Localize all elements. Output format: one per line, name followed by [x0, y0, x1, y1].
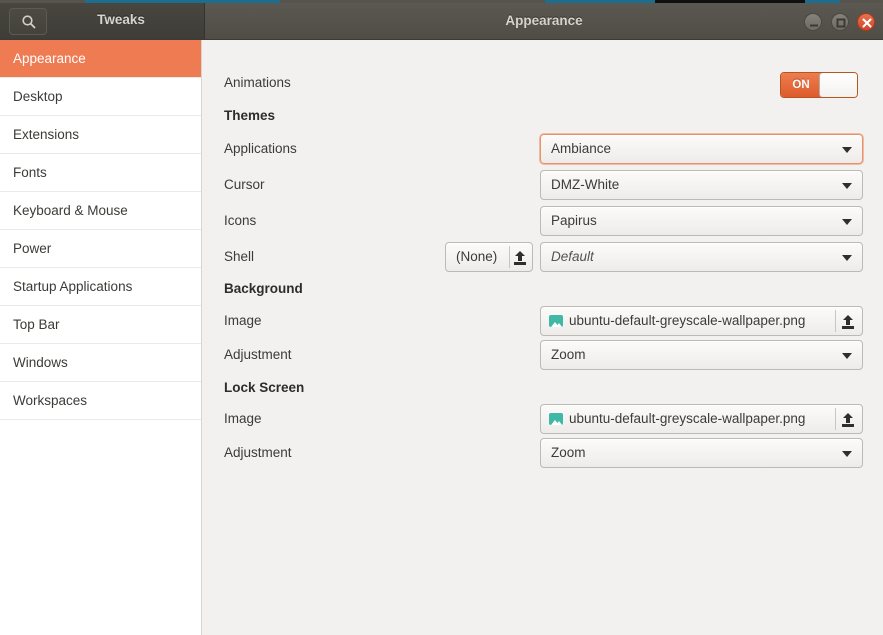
section-heading-background: Background [224, 281, 303, 296]
tweaks-window: Tweaks Appearance Appearance Desktop Ext… [0, 0, 883, 635]
upload-icon [841, 413, 855, 427]
shell-theme-file-value: (None) [456, 249, 498, 264]
shell-theme-label: Shell [224, 249, 255, 264]
cursor-theme-value: DMZ-White [551, 177, 620, 192]
lock-screen-image-file-button[interactable]: ubuntu-default-greyscale-wallpaper.png [540, 404, 863, 434]
row-applications-theme: Applications Ambiance [203, 134, 883, 166]
sidebar-item-windows[interactable]: Windows [0, 344, 201, 382]
cursor-theme-label: Cursor [224, 177, 265, 192]
search-button[interactable] [9, 8, 47, 35]
divider [835, 310, 836, 332]
titlebar: Tweaks Appearance [0, 3, 883, 40]
sidebar-item-startup-applications[interactable]: Startup Applications [0, 268, 201, 306]
shell-theme-dropdown[interactable]: Default [540, 242, 863, 272]
settings-panel: Animations ON Themes Applications Ambian… [203, 40, 883, 635]
background-adjustment-label: Adjustment [224, 347, 292, 362]
lock-screen-adjustment-value: Zoom [551, 445, 586, 460]
chevron-down-icon [842, 219, 852, 225]
animations-toggle-state: ON [781, 73, 821, 97]
sidebar-item-label: Windows [13, 355, 68, 370]
chevron-down-icon [842, 451, 852, 457]
search-icon [22, 15, 36, 29]
sidebar-item-label: Power [13, 241, 52, 256]
icons-theme-label: Icons [224, 213, 257, 228]
app-name-label: Tweaks [97, 12, 145, 27]
chevron-down-icon [842, 183, 852, 189]
applications-theme-value: Ambiance [551, 141, 612, 156]
row-lock-screen-adjustment: Adjustment Zoom [203, 438, 883, 470]
animations-toggle[interactable]: ON [780, 72, 858, 98]
sidebar: Appearance Desktop Extensions Fonts Keyb… [0, 40, 202, 635]
applications-theme-label: Applications [224, 141, 297, 156]
sidebar-item-extensions[interactable]: Extensions [0, 116, 201, 154]
animations-label: Animations [224, 75, 291, 90]
upload-icon [841, 315, 855, 329]
section-heading-lock-screen: Lock Screen [224, 380, 305, 395]
row-icons-theme: Icons Papirus [203, 206, 883, 238]
row-background-image: Image ubuntu-default-greyscale-wallpaper… [203, 306, 883, 338]
row-animations: Animations ON [203, 70, 883, 100]
maximize-icon [832, 14, 848, 30]
lock-screen-adjustment-label: Adjustment [224, 445, 292, 460]
chevron-down-icon [842, 255, 852, 261]
lock-screen-image-label: Image [224, 411, 262, 426]
background-image-file-button[interactable]: ubuntu-default-greyscale-wallpaper.png [540, 306, 863, 336]
divider [835, 408, 836, 430]
section-heading-themes: Themes [224, 108, 276, 123]
lock-screen-image-value: ubuntu-default-greyscale-wallpaper.png [569, 411, 806, 426]
row-cursor-theme: Cursor DMZ-White [203, 170, 883, 202]
background-image-value: ubuntu-default-greyscale-wallpaper.png [569, 313, 806, 328]
close-button[interactable] [857, 13, 875, 31]
applications-theme-dropdown[interactable]: Ambiance [540, 134, 863, 164]
icons-theme-value: Papirus [551, 213, 597, 228]
sidebar-item-label: Appearance [13, 51, 86, 66]
sidebar-item-keyboard-and-mouse[interactable]: Keyboard & Mouse [0, 192, 201, 230]
maximize-button[interactable] [830, 13, 849, 31]
shell-theme-file-button[interactable]: (None) [445, 242, 533, 272]
titlebar-left-pane: Tweaks [0, 3, 205, 39]
sidebar-item-appearance[interactable]: Appearance [0, 40, 201, 78]
sidebar-item-label: Keyboard & Mouse [13, 203, 128, 218]
sidebar-item-label: Workspaces [13, 393, 88, 408]
row-lock-screen-image: Image ubuntu-default-greyscale-wallpaper… [203, 404, 883, 436]
background-image-label: Image [224, 313, 262, 328]
sidebar-item-label: Fonts [13, 165, 47, 180]
background-adjustment-value: Zoom [551, 347, 586, 362]
sidebar-item-label: Top Bar [13, 317, 60, 332]
sidebar-item-label: Extensions [13, 127, 80, 142]
close-icon [858, 14, 874, 30]
icons-theme-dropdown[interactable]: Papirus [540, 206, 863, 236]
lock-screen-adjustment-dropdown[interactable]: Zoom [540, 438, 863, 468]
sidebar-item-fonts[interactable]: Fonts [0, 154, 201, 192]
sidebar-item-workspaces[interactable]: Workspaces [0, 382, 201, 420]
sidebar-item-desktop[interactable]: Desktop [0, 78, 201, 116]
chevron-down-icon [842, 353, 852, 359]
minimize-button[interactable] [804, 13, 823, 31]
page-title: Appearance [505, 13, 583, 28]
divider [509, 246, 510, 268]
sidebar-item-label: Startup Applications [13, 279, 133, 294]
minimize-icon [805, 14, 821, 30]
animations-toggle-knob [819, 73, 857, 97]
image-file-icon [549, 315, 563, 327]
sidebar-item-power[interactable]: Power [0, 230, 201, 268]
image-file-icon [549, 413, 563, 425]
shell-theme-value: Default [551, 249, 594, 264]
background-adjustment-dropdown[interactable]: Zoom [540, 340, 863, 370]
window-controls [800, 13, 875, 31]
sidebar-item-label: Desktop [13, 89, 63, 104]
chevron-down-icon [842, 147, 852, 153]
sidebar-item-top-bar[interactable]: Top Bar [0, 306, 201, 344]
row-background-adjustment: Adjustment Zoom [203, 340, 883, 372]
cursor-theme-dropdown[interactable]: DMZ-White [540, 170, 863, 200]
upload-icon [513, 251, 527, 265]
row-shell-theme: Shell (None) Default [203, 242, 883, 274]
